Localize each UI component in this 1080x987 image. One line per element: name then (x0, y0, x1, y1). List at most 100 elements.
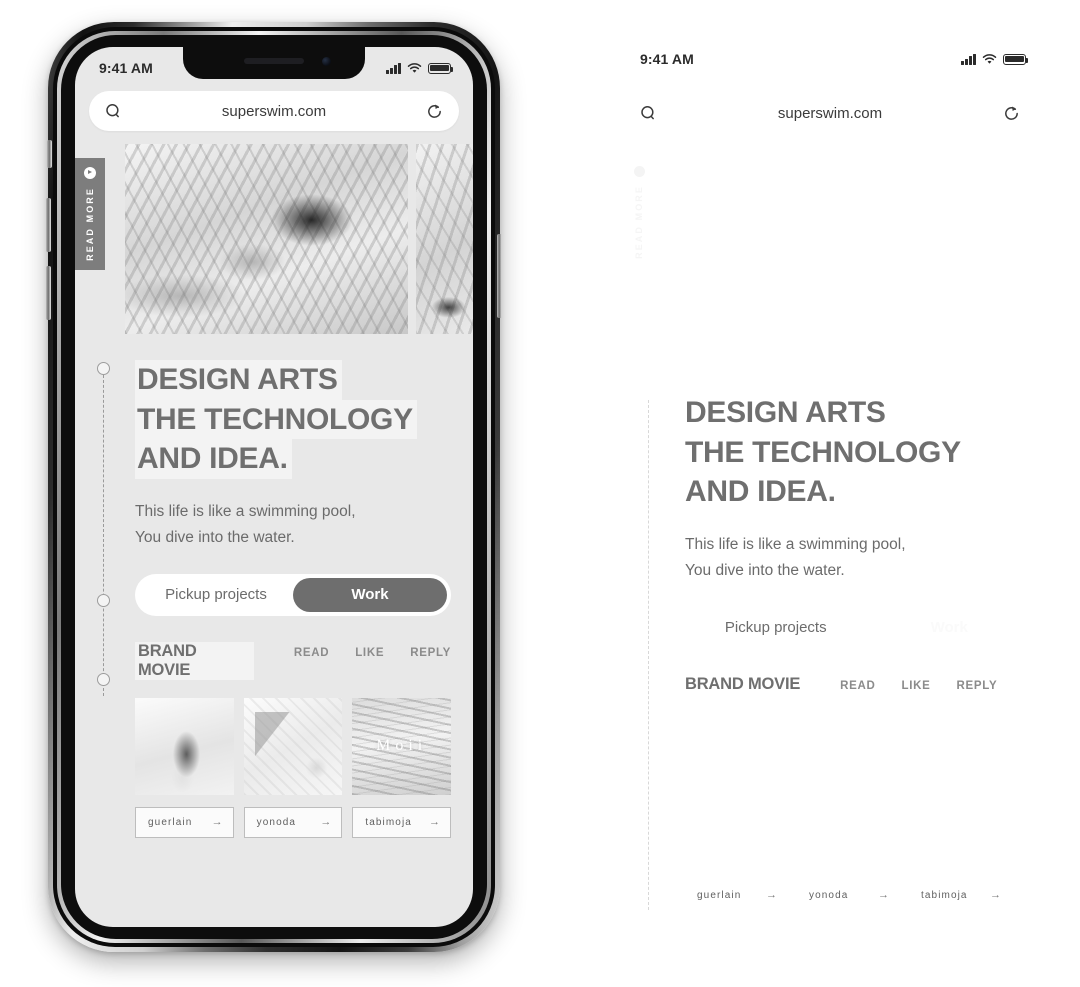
flat-link-button-tabimoja-label: tabimoja (921, 889, 968, 901)
timeline-dot-3[interactable] (97, 673, 110, 686)
read-more-label: READ MORE (85, 187, 95, 261)
flat-brand-link-buttons: guerlain → yonoda → tabimoja → (685, 880, 1040, 911)
front-camera-icon (322, 57, 331, 66)
flat-url-bar[interactable]: superswim.com (610, 94, 1050, 132)
flat-link-like[interactable]: LIKE (902, 680, 931, 692)
search-icon[interactable] (640, 105, 657, 122)
arrow-right-icon: → (878, 889, 889, 902)
flat-link-button-guerlain-label: guerlain (697, 889, 742, 901)
hero-carousel[interactable]: READ MORE (75, 144, 473, 334)
wifi-icon (407, 62, 422, 73)
flat-layout-preview: 9:41 AM superswim.com READ MORE DESIGN A… (610, 44, 1050, 944)
flat-url-text[interactable]: superswim.com (657, 105, 1003, 122)
toggle-work[interactable]: Work (293, 577, 447, 612)
flat-toggle-pickup-projects[interactable]: Pickup projects (689, 611, 863, 645)
notch (183, 47, 365, 79)
search-icon[interactable] (105, 103, 122, 120)
page-title: DESIGN ARTS THE TECHNOLOGY AND IDEA. (135, 360, 451, 479)
flat-headline-line-1: DESIGN ARTS (685, 396, 886, 429)
play-circle-icon (84, 167, 96, 179)
subtitle-line-1: This life is like a swimming pool, (135, 502, 356, 520)
headline-line-2: THE TECHNOLOGY (135, 399, 417, 440)
signal-bars-icon (961, 53, 976, 65)
timeline-dot-2[interactable] (97, 594, 110, 607)
flat-link-button-yonoda-label: yonoda (809, 889, 849, 901)
flat-subtitle-line-2: You dive into the water. (685, 561, 845, 579)
link-button-guerlain-label: guerlain (148, 816, 193, 828)
wifi-icon (982, 53, 997, 64)
flat-segmented-toggle[interactable]: Pickup projects Work (685, 607, 1040, 649)
link-button-yonoda[interactable]: yonoda → (243, 806, 343, 838)
flat-read-more-tab[interactable]: READ MORE (626, 166, 652, 259)
flat-subtitle-line-1: This life is like a swimming pool, (685, 535, 906, 553)
thumbnail-gallery: Moii (135, 697, 452, 795)
flat-status-icons (961, 53, 1029, 65)
brand-movie-row: BRAND MOVIE READ LIKE REPLY (135, 641, 451, 680)
reload-icon[interactable] (1003, 105, 1020, 122)
flat-link-button-guerlain[interactable]: guerlain → (685, 880, 787, 911)
headline-line-1: DESIGN ARTS (135, 360, 342, 400)
link-button-guerlain[interactable]: guerlain → (135, 806, 234, 838)
brand-action-links: READ LIKE REPLY (294, 647, 451, 659)
battery-icon (428, 62, 454, 74)
flat-timeline-rail (648, 400, 649, 910)
timeline-rail (103, 370, 104, 696)
flat-page-title: DESIGN ARTS THE TECHNOLOGY AND IDEA. (685, 393, 1040, 512)
play-circle-icon (633, 166, 645, 177)
silence-switch[interactable] (47, 140, 52, 168)
thumbnail-2[interactable] (243, 697, 343, 795)
arrow-right-icon: → (211, 816, 223, 829)
arrow-right-icon: → (766, 889, 777, 902)
signal-bars-icon (386, 62, 401, 74)
earpiece-speaker (244, 58, 304, 64)
phone-mockup: 9:41 AM superswim.com READ MORE DESIGN A… (46, 22, 502, 952)
link-like[interactable]: LIKE (355, 647, 384, 659)
segmented-toggle[interactable]: Pickup projects Work (135, 573, 451, 616)
link-button-tabimoja[interactable]: tabimoja → (352, 806, 452, 838)
hero-image-next[interactable] (416, 144, 473, 334)
flat-status-time: 9:41 AM (640, 51, 694, 67)
flat-link-button-yonoda[interactable]: yonoda → (797, 880, 899, 911)
timeline-dot-1[interactable] (97, 362, 110, 375)
toggle-pickup-projects[interactable]: Pickup projects (139, 578, 293, 612)
hero-image-main[interactable] (125, 144, 408, 334)
thumbnail-3[interactable]: Moii (352, 697, 452, 795)
flat-link-reply[interactable]: REPLY (957, 680, 998, 692)
phone-screen: 9:41 AM superswim.com READ MORE DESIGN A… (75, 47, 473, 927)
brand-movie-title: BRAND MOVIE (135, 641, 254, 680)
flat-status-bar: 9:41 AM (610, 44, 1050, 74)
read-more-tab[interactable]: READ MORE (75, 158, 105, 270)
brand-link-buttons: guerlain → yonoda → tabimoja → (135, 806, 452, 838)
timeline-indicator (97, 362, 111, 702)
arrow-right-icon: → (990, 889, 1001, 902)
reload-icon[interactable] (426, 103, 443, 120)
link-reply[interactable]: REPLY (410, 647, 451, 659)
flat-brand-action-links: READ LIKE REPLY (840, 680, 997, 692)
subtitle-line-2: You dive into the water. (135, 528, 295, 546)
browser-url-bar[interactable]: superswim.com (89, 91, 459, 131)
flat-link-read[interactable]: READ (840, 680, 875, 692)
battery-icon (1003, 53, 1029, 65)
page-subtitle: This life is like a swimming pool, You d… (135, 499, 451, 551)
thumbnail-1[interactable] (135, 697, 234, 795)
flat-read-more-label: READ MORE (634, 185, 644, 259)
flat-brand-movie-title: BRAND MOVIE (685, 674, 801, 693)
page-content: DESIGN ARTS THE TECHNOLOGY AND IDEA. Thi… (75, 334, 473, 838)
power-button[interactable] (497, 234, 502, 318)
flat-headline-line-2: THE TECHNOLOGY (685, 435, 961, 469)
flat-link-button-tabimoja[interactable]: tabimoja → (909, 880, 1011, 911)
link-button-yonoda-label: yonoda (256, 816, 297, 828)
flat-brand-movie-row: BRAND MOVIE READ LIKE REPLY (685, 675, 1040, 694)
volume-up-button[interactable] (46, 198, 51, 252)
flat-headline-line-3: AND IDEA. (685, 475, 836, 509)
link-button-tabimoja-label: tabimoja (365, 816, 412, 828)
link-read[interactable]: READ (294, 647, 329, 659)
flat-toggle-work[interactable]: Work (863, 611, 1037, 645)
flat-page-content: DESIGN ARTS THE TECHNOLOGY AND IDEA. Thi… (685, 389, 1040, 911)
headline-line-3: AND IDEA. (135, 439, 292, 479)
url-text[interactable]: superswim.com (122, 103, 426, 120)
status-icons (386, 62, 454, 74)
thumbnail-3-caption: Moii (376, 737, 428, 755)
volume-down-button[interactable] (46, 266, 51, 320)
arrow-right-icon: → (429, 816, 441, 829)
